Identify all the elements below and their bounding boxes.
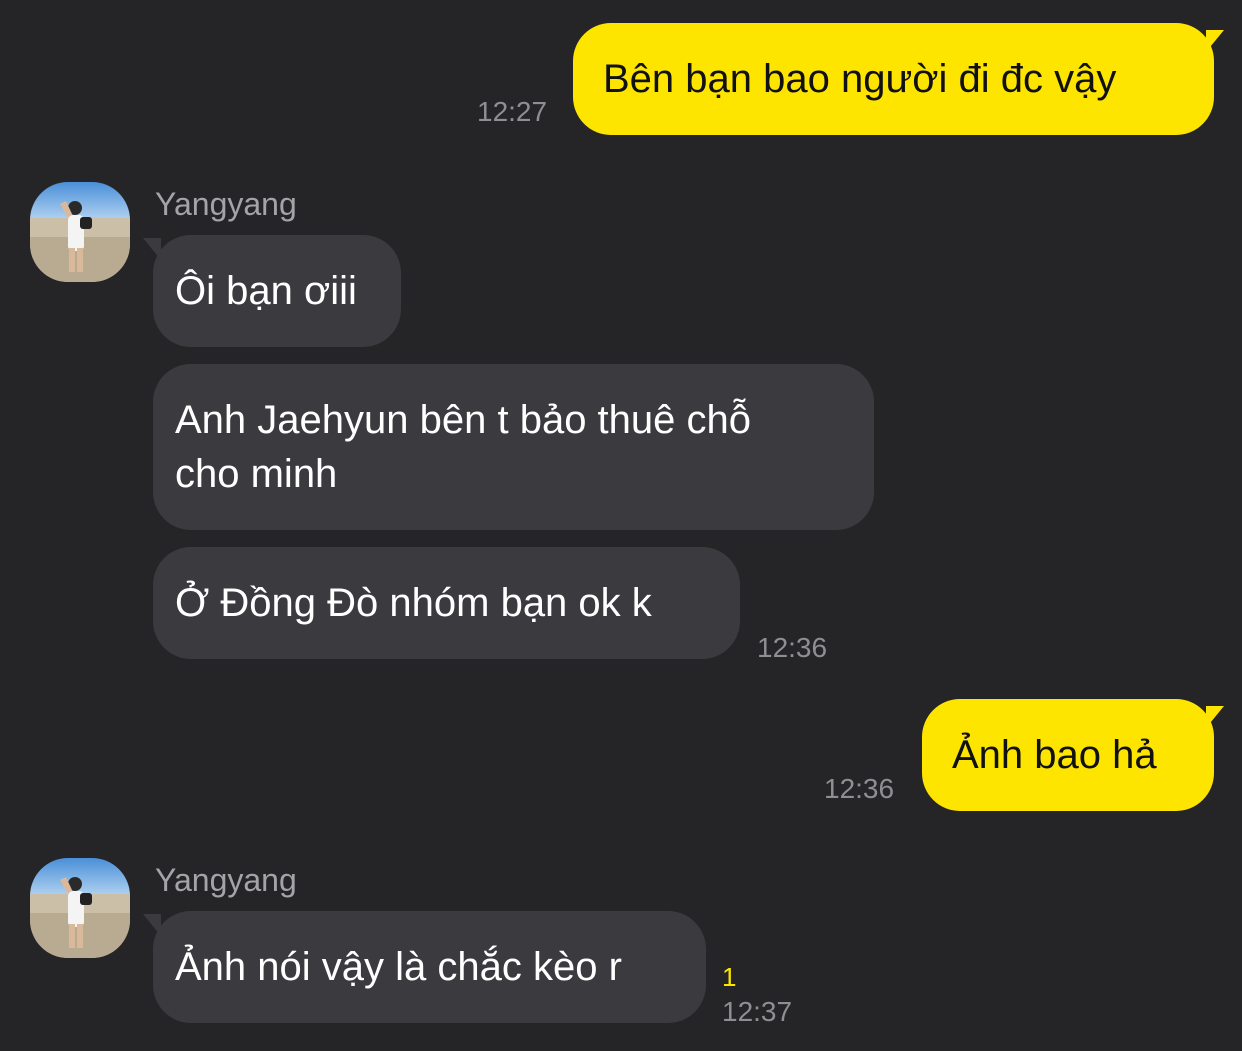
message-timestamp: 12:36 bbox=[757, 632, 828, 663]
message-timestamp: 12:37 bbox=[722, 996, 793, 1027]
bubble-tail bbox=[1206, 706, 1224, 728]
avatar[interactable] bbox=[30, 182, 130, 282]
bubble-tail bbox=[1206, 30, 1224, 52]
user-avatar-photo-icon bbox=[30, 858, 130, 958]
message-text: Ở Đồng Đò nhóm bạn ok k bbox=[175, 581, 652, 625]
message-bubble[interactable]: Ảnh nói vậy là chắc kèo r bbox=[153, 911, 706, 1023]
message-text: Ảnh bao hả bbox=[952, 733, 1157, 777]
bubble-tail bbox=[143, 238, 161, 260]
message-timestamp: 12:27 bbox=[477, 96, 548, 127]
message-text: Bên bạn bao người đi đc vậy bbox=[603, 57, 1117, 101]
sender-name: Yangyang bbox=[155, 862, 297, 898]
message-text: Ảnh nói vậy là chắc kèo r bbox=[175, 945, 622, 989]
avatar[interactable] bbox=[30, 858, 130, 958]
bubble-tail bbox=[143, 914, 161, 936]
message-text: Anh Jaehyun bên t bảo thuê chỗ cho minh bbox=[175, 398, 752, 496]
message-bubble[interactable]: Anh Jaehyun bên t bảo thuê chỗ cho minh bbox=[153, 364, 874, 530]
sender-name: Yangyang bbox=[155, 186, 297, 222]
message-bubble[interactable]: Ảnh bao hả bbox=[922, 699, 1214, 811]
user-avatar-photo-icon bbox=[30, 182, 130, 282]
message-text: Ôi bạn ơiii bbox=[175, 269, 357, 313]
unread-count: 1 bbox=[722, 962, 737, 992]
message-timestamp: 12:36 bbox=[824, 773, 895, 804]
message-bubble[interactable]: Ở Đồng Đò nhóm bạn ok k bbox=[153, 547, 740, 659]
message-bubble[interactable]: Ôi bạn ơiii bbox=[153, 235, 401, 347]
message-bubble[interactable]: Bên bạn bao người đi đc vậy bbox=[573, 23, 1214, 135]
